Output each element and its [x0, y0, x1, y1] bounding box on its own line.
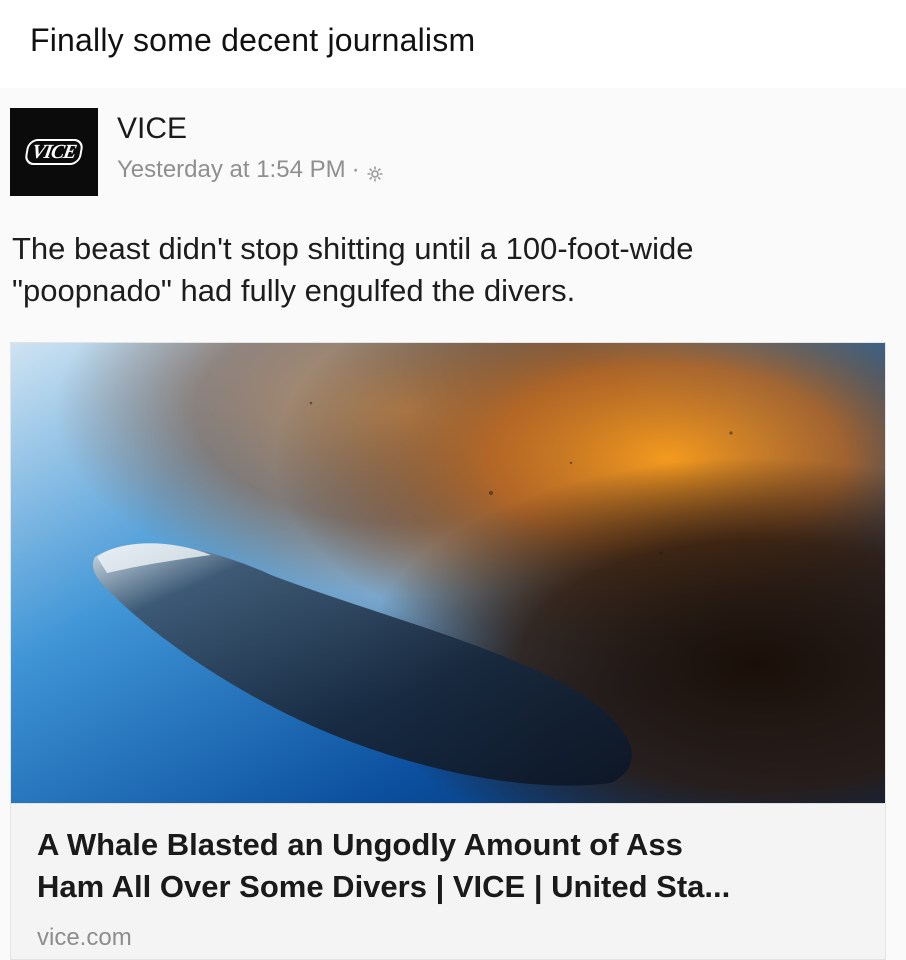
link-preview-body[interactable]: A Whale Blasted an Ungodly Amount of Ass… — [11, 803, 885, 959]
meme-caption: Finally some decent journalism — [30, 22, 476, 58]
post-message-line: "poopnado" had fully engulfed the divers… — [12, 273, 576, 308]
post-message: The beast didn't stop shitting until a 1… — [12, 228, 892, 312]
link-title[interactable]: A Whale Blasted an Ungodly Amount of Ass… — [37, 824, 867, 908]
post-message-line: The beast didn't stop shitting until a 1… — [12, 231, 694, 266]
link-preview-image[interactable] — [11, 343, 885, 803]
post-meta: Yesterday at 1:54 PM · — [117, 156, 384, 184]
page-avatar[interactable]: VICE — [10, 108, 98, 196]
link-preview-card[interactable]: A Whale Blasted an Ungodly Amount of Ass… — [10, 342, 886, 960]
link-title-line: A Whale Blasted an Ungodly Amount of Ass — [37, 827, 683, 862]
page-name-link[interactable]: VICE — [117, 112, 187, 146]
whale-photo — [11, 343, 885, 803]
vice-logo: VICE — [23, 139, 85, 165]
link-title-line: Ham All Over Some Divers | VICE | United… — [37, 869, 731, 904]
gear-icon[interactable] — [366, 162, 384, 182]
meta-separator: · — [351, 156, 360, 183]
post-timestamp[interactable]: Yesterday at 1:54 PM — [117, 156, 346, 184]
link-domain: vice.com — [37, 924, 132, 951]
